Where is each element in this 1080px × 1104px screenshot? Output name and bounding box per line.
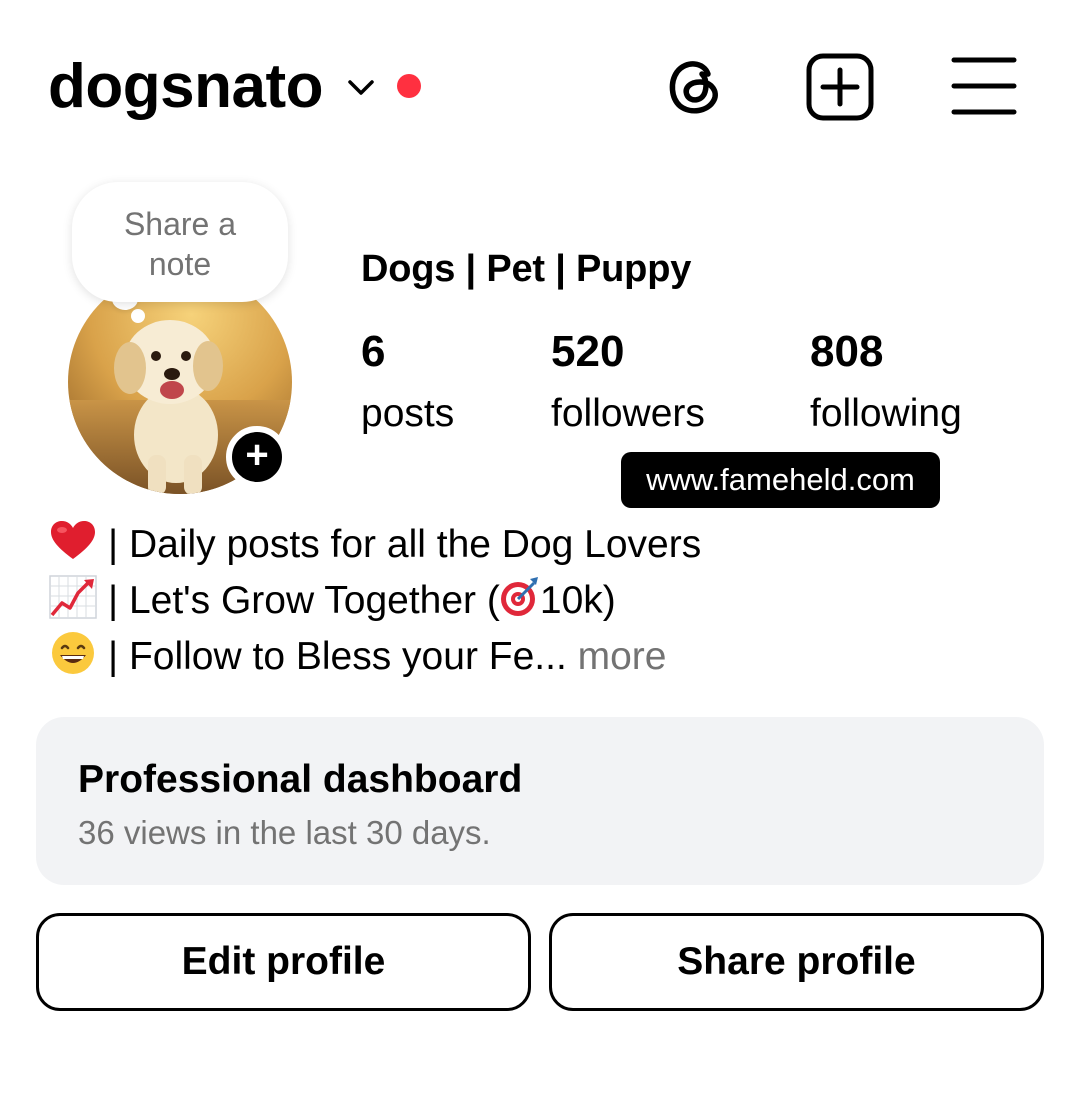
username-title[interactable]: dogsnato	[48, 52, 323, 122]
bio-text: 10k)	[539, 579, 616, 622]
following-count[interactable]: 808	[810, 326, 883, 378]
watermark-label: www.fameheld.com	[621, 452, 940, 508]
bio-text: | Let's Grow Together (	[108, 579, 500, 622]
dashboard-subtitle: 36 views in the last 30 days.	[78, 814, 491, 851]
dashboard-title: Professional dashboard	[78, 758, 523, 801]
grinning-face-icon	[52, 632, 94, 674]
followers-count[interactable]: 520	[551, 326, 624, 378]
posts-count[interactable]: 6	[361, 326, 385, 378]
notification-dot	[397, 74, 421, 98]
note-bubble-tail	[131, 309, 145, 323]
chart-increasing-icon	[49, 575, 97, 619]
menu-icon[interactable]	[950, 56, 1018, 116]
plus-icon: +	[245, 433, 269, 477]
new-post-icon[interactable]	[805, 52, 875, 122]
professional-dashboard-card[interactable]: Professional dashboard 36 views in the l…	[36, 717, 1044, 885]
note-bubble-label: Share a note	[123, 206, 237, 282]
bio-more-link[interactable]: more	[567, 635, 667, 678]
direct-hit-icon	[500, 577, 538, 616]
share-profile-button[interactable]: Share profile	[549, 913, 1044, 1011]
bio-text: | Daily posts for all the Dog Lovers	[108, 523, 702, 566]
share-note-bubble[interactable]: Share a note	[72, 182, 288, 302]
bio-line: | Follow to Bless your Fe... more	[48, 631, 667, 681]
edit-profile-button[interactable]: Edit profile	[36, 913, 531, 1011]
threads-icon[interactable]	[662, 52, 728, 118]
profile-display-name: Dogs | Pet | Puppy	[361, 248, 692, 290]
bio-line: | Let's Grow Together ( 10k)	[48, 575, 616, 625]
bio-line: | Daily posts for all the Dog Lovers	[48, 519, 701, 569]
red-heart-icon	[51, 521, 95, 559]
add-story-button[interactable]: +	[226, 426, 288, 488]
posts-label[interactable]: posts	[361, 390, 454, 438]
bio-text: | Follow to Bless your Fe...	[108, 635, 567, 678]
following-label[interactable]: following	[810, 390, 962, 438]
chevron-down-icon[interactable]	[344, 72, 378, 102]
followers-label[interactable]: followers	[551, 390, 705, 438]
